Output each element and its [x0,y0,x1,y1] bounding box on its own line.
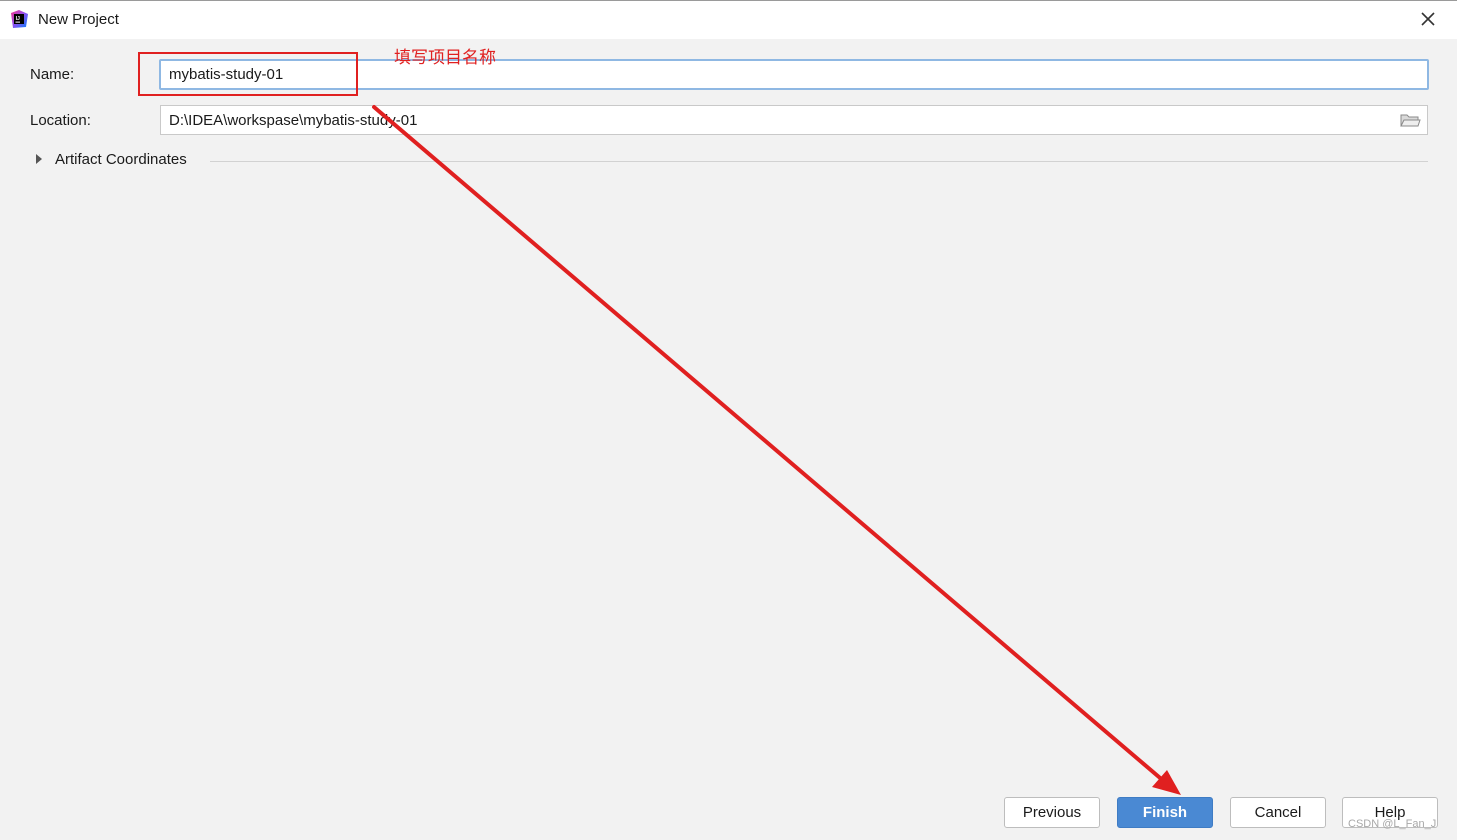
project-name-input[interactable] [159,59,1429,90]
title-bar: IJ New Project [0,1,1457,39]
folder-icon[interactable] [1399,111,1421,129]
window-title: New Project [38,11,119,28]
location-label: Location: [30,112,91,129]
cancel-button[interactable]: Cancel [1230,797,1326,828]
svg-text:IJ: IJ [16,16,20,22]
artifact-coordinates-label: Artifact Coordinates [55,151,187,168]
watermark: CSDN @L_Fan_J [1348,818,1437,830]
close-icon[interactable] [1417,8,1439,30]
previous-button[interactable]: Previous [1004,797,1100,828]
annotation-note: 填写项目名称 [394,48,496,68]
finish-button[interactable]: Finish [1117,797,1213,828]
new-project-dialog: IJ New Project Name: Location: Artifact … [0,0,1457,840]
expand-triangle-icon [36,154,42,164]
intellij-idea-icon: IJ [11,10,28,28]
name-label: Name: [30,66,75,83]
project-location-input[interactable] [160,105,1428,135]
section-divider [210,161,1428,162]
